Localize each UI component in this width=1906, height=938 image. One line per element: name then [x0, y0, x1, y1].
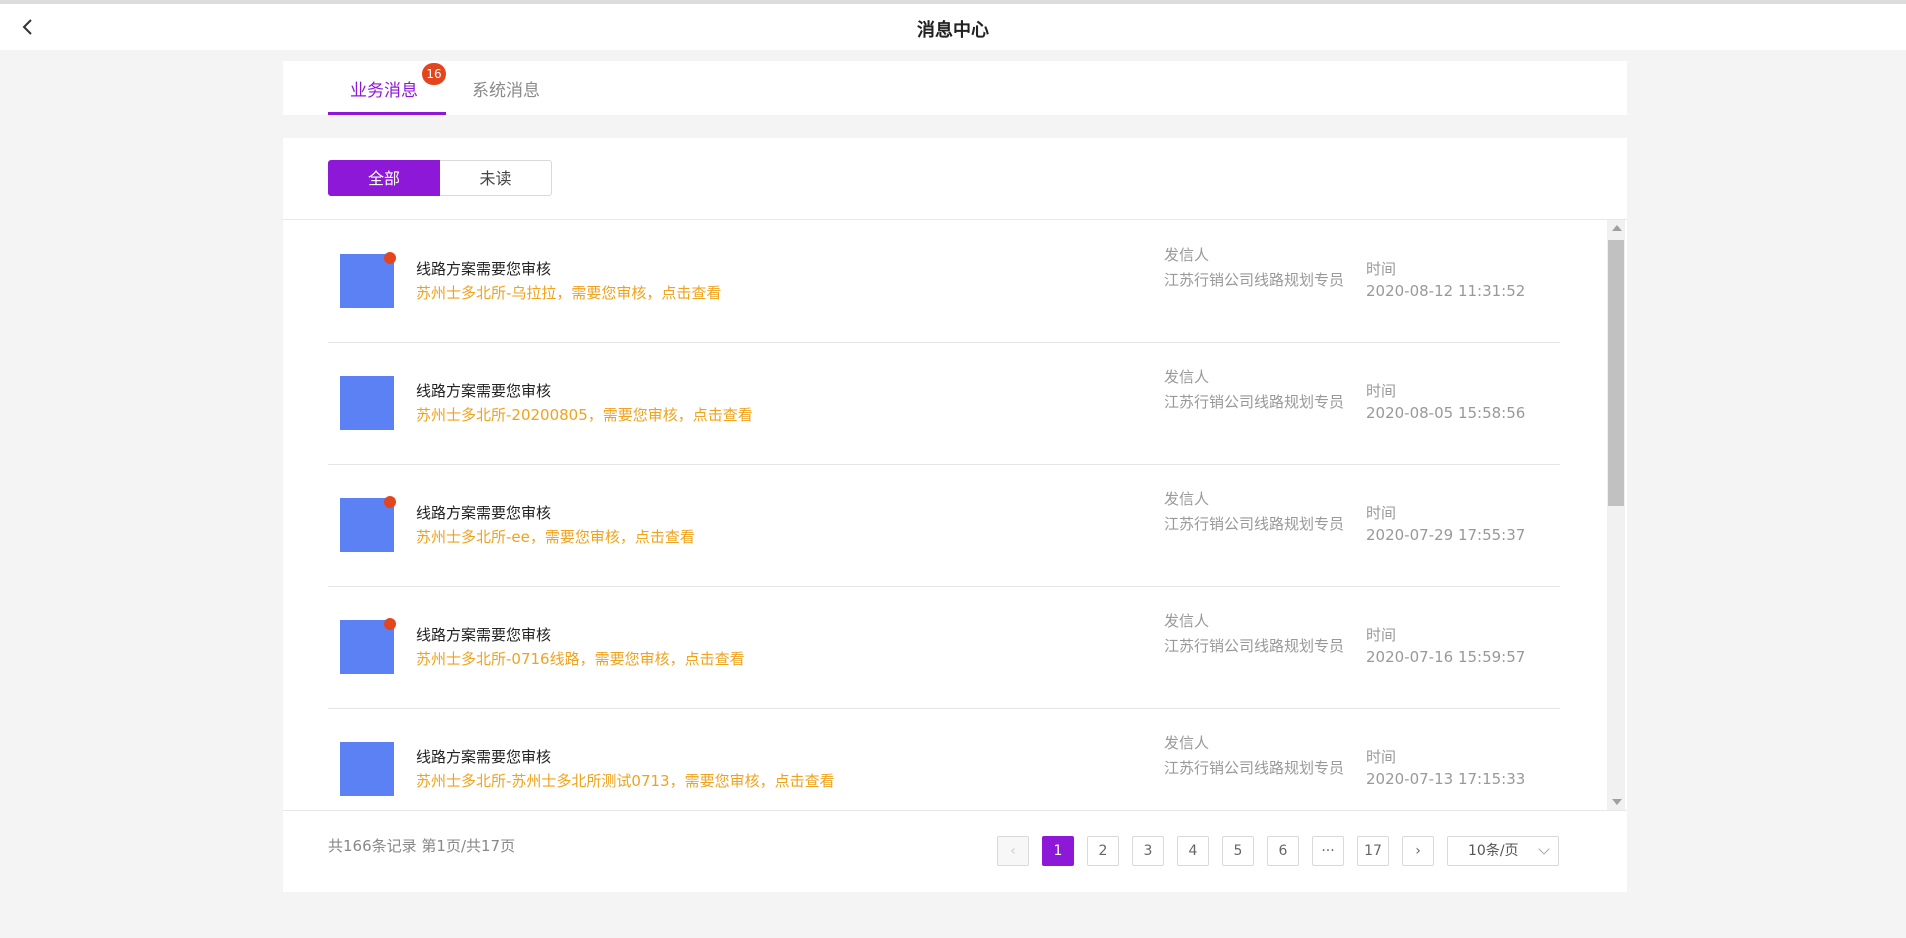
message-body-link[interactable]: 苏州士多北所-乌拉拉，需要您审核，点击查看 — [416, 282, 721, 303]
page-button[interactable]: 6 — [1267, 836, 1299, 866]
message-body-link[interactable]: 苏州士多北所-苏州士多北所测试0713，需要您审核，点击查看 — [416, 770, 835, 791]
message-item[interactable]: 线路方案需要您审核 苏州士多北所-20200805，需要您审核，点击查看 发信人… — [328, 342, 1560, 465]
sender-label: 发信人 — [1164, 490, 1210, 508]
read-filter: 全部 未读 — [328, 160, 552, 196]
unread-dot — [384, 618, 396, 630]
sender-name: 江苏行销公司线路规划专员 — [1164, 637, 1345, 655]
message-title: 线路方案需要您审核 — [416, 504, 552, 522]
message-time: 2020-07-16 15:59:57 — [1366, 648, 1526, 666]
message-title: 线路方案需要您审核 — [416, 382, 552, 400]
time-label: 时间 — [1366, 626, 1397, 644]
message-avatar — [340, 496, 396, 552]
page-button[interactable]: 4 — [1177, 836, 1209, 866]
unread-dot — [384, 252, 396, 264]
chevron-down-icon — [1538, 843, 1550, 855]
message-item[interactable]: 线路方案需要您审核 苏州士多北所-ee，需要您审核，点击查看 发信人 江苏行销公… — [328, 464, 1560, 587]
tab-bar: 业务消息 16 系统消息 — [283, 61, 1627, 115]
message-avatar — [340, 376, 394, 430]
sender-name: 江苏行销公司线路规划专员 — [1164, 515, 1345, 533]
message-title: 线路方案需要您审核 — [416, 626, 552, 644]
filter-all-button[interactable]: 全部 — [328, 160, 440, 196]
tab-business-label: 业务消息 — [350, 81, 418, 101]
message-body-link[interactable]: 苏州士多北所-0716线路，需要您审核，点击查看 — [416, 648, 745, 669]
message-list: 线路方案需要您审核 苏州士多北所-乌拉拉，需要您审核，点击查看 发信人 江苏行销… — [283, 220, 1627, 810]
message-time: 2020-07-13 17:15:33 — [1366, 770, 1526, 788]
next-page-button[interactable]: › — [1402, 836, 1434, 866]
active-tab-indicator — [328, 112, 446, 115]
message-item[interactable]: 线路方案需要您审核 苏州士多北所-乌拉拉，需要您审核，点击查看 发信人 江苏行销… — [328, 220, 1560, 343]
sender-label: 发信人 — [1164, 734, 1210, 752]
message-avatar — [340, 742, 394, 796]
message-title: 线路方案需要您审核 — [416, 260, 552, 278]
page-title: 消息中心 — [917, 20, 989, 41]
message-body-link[interactable]: 苏州士多北所-20200805，需要您审核，点击查看 — [416, 404, 753, 425]
message-title: 线路方案需要您审核 — [416, 748, 552, 766]
sender-label: 发信人 — [1164, 368, 1210, 386]
tab-system-messages[interactable]: 系统消息 — [472, 76, 540, 101]
message-avatar — [340, 252, 396, 308]
scroll-up-arrow-icon[interactable] — [1612, 225, 1622, 231]
sender-label: 发信人 — [1164, 246, 1210, 264]
tab-business-messages[interactable]: 业务消息 — [350, 76, 418, 101]
scroll-down-arrow-icon[interactable] — [1612, 799, 1622, 805]
tab-system-label: 系统消息 — [472, 81, 540, 101]
page-button[interactable]: 17 — [1357, 836, 1389, 866]
page-button[interactable]: 1 — [1042, 836, 1074, 866]
sender-name: 江苏行销公司线路规划专员 — [1164, 759, 1345, 777]
page-button[interactable]: 2 — [1087, 836, 1119, 866]
prev-page-button[interactable]: ‹ — [997, 836, 1029, 866]
sender-name: 江苏行销公司线路规划专员 — [1164, 393, 1345, 411]
page-size-value: 10条/页 — [1468, 843, 1519, 859]
page-size-select[interactable]: 10条/页 — [1447, 836, 1559, 866]
message-time: 2020-07-29 17:55:37 — [1366, 526, 1526, 544]
page-button[interactable]: 5 — [1222, 836, 1254, 866]
filter-unread-button[interactable]: 未读 — [440, 160, 552, 196]
message-item[interactable]: 线路方案需要您审核 苏州士多北所-苏州士多北所测试0713，需要您审核，点击查看… — [328, 708, 1560, 810]
sender-label: 发信人 — [1164, 612, 1210, 630]
more-pages-button[interactable]: ··· — [1312, 836, 1344, 866]
time-label: 时间 — [1366, 748, 1397, 766]
message-time: 2020-08-12 11:31:52 — [1366, 282, 1526, 300]
sender-name: 江苏行销公司线路规划专员 — [1164, 271, 1345, 289]
page-header: 消息中心 — [0, 4, 1906, 50]
message-body-link[interactable]: 苏州士多北所-ee，需要您审核，点击查看 — [416, 526, 695, 547]
unread-count-badge: 16 — [422, 63, 446, 85]
message-time: 2020-08-05 15:58:56 — [1366, 404, 1526, 422]
time-label: 时间 — [1366, 260, 1397, 278]
time-label: 时间 — [1366, 382, 1397, 400]
message-avatar — [340, 618, 396, 674]
list-scrollbar[interactable] — [1607, 220, 1625, 810]
message-panel: 全部 未读 线路方案需要您审核 苏州士多北所-乌拉拉，需要您审核，点击查看 发信… — [283, 138, 1627, 892]
scrollbar-thumb[interactable] — [1608, 240, 1624, 506]
time-label: 时间 — [1366, 504, 1397, 522]
record-summary: 共166条记录 第1页/共17页 — [328, 837, 516, 855]
divider — [283, 810, 1627, 811]
message-item[interactable]: 线路方案需要您审核 苏州士多北所-0716线路，需要您审核，点击查看 发信人 江… — [328, 586, 1560, 709]
unread-dot — [384, 496, 396, 508]
page-button[interactable]: 3 — [1132, 836, 1164, 866]
